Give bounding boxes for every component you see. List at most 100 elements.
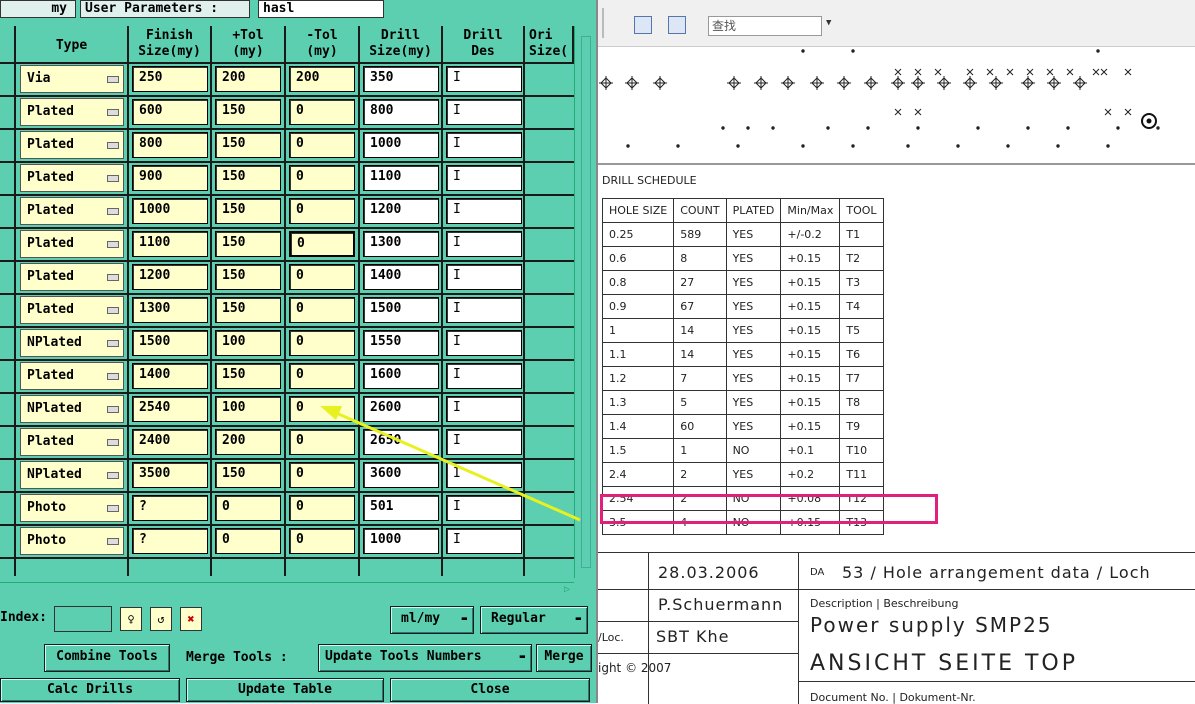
index-input[interactable] (54, 606, 112, 632)
minus-tol-input[interactable]: 0 (289, 495, 355, 521)
plus-tol-input[interactable]: 200 (215, 429, 281, 455)
finish-size-input[interactable]: 3500 (132, 462, 208, 488)
drill-des-input[interactable]: I (446, 363, 522, 389)
drill-des-input[interactable]: I (446, 66, 522, 92)
drill-des-input[interactable]: I (446, 99, 522, 125)
finish-size-input[interactable]: 1200 (132, 264, 208, 290)
type-select[interactable]: Plated (20, 263, 124, 291)
user-parameters-value[interactable]: hasl (258, 0, 384, 18)
drill-size-input[interactable]: 1500 (363, 297, 439, 323)
bulb-icon[interactable]: ♀ (120, 607, 142, 631)
drill-size-input[interactable]: 501 (363, 495, 439, 521)
minus-tol-input[interactable]: 0 (289, 165, 355, 191)
type-select[interactable]: Photo (20, 494, 124, 522)
drill-des-input[interactable]: I (446, 132, 522, 158)
drill-des-input[interactable]: I (446, 165, 522, 191)
plus-tol-input[interactable]: 150 (215, 363, 281, 389)
fit-width-icon[interactable] (634, 16, 652, 34)
drill-size-input[interactable]: 3600 (363, 462, 439, 488)
drill-des-input[interactable]: I (446, 528, 522, 554)
plus-tol-input[interactable]: 150 (215, 297, 281, 323)
finish-size-input[interactable]: 1400 (132, 363, 208, 389)
plus-tol-input[interactable]: 200 (215, 66, 281, 92)
drill-size-input[interactable]: 1200 (363, 198, 439, 224)
update-table-button[interactable]: Update Table (186, 678, 384, 702)
delete-icon[interactable]: ✖ (180, 607, 202, 631)
plus-tol-input[interactable]: 150 (215, 132, 281, 158)
drill-size-input[interactable]: 350 (363, 66, 439, 92)
finish-size-input[interactable]: 1100 (132, 231, 208, 257)
plus-tol-input[interactable]: 150 (215, 264, 281, 290)
drill-des-input[interactable]: I (446, 264, 522, 290)
finish-size-input[interactable]: 1300 (132, 297, 208, 323)
minus-tol-input[interactable]: 0 (289, 198, 355, 224)
type-select[interactable]: Plated (20, 164, 124, 192)
my-field[interactable]: my (0, 0, 76, 18)
fit-page-icon[interactable] (668, 16, 686, 34)
plus-tol-input[interactable]: 150 (215, 231, 281, 257)
type-select[interactable]: NPlated (20, 329, 124, 357)
minus-tol-input[interactable]: 0 (289, 264, 355, 290)
search-input[interactable]: 查找 (708, 16, 822, 36)
type-select[interactable]: NPlated (20, 461, 124, 489)
drill-des-input[interactable]: I (446, 429, 522, 455)
plus-tol-input[interactable]: 150 (215, 99, 281, 125)
finish-size-input[interactable]: 900 (132, 165, 208, 191)
minus-tol-input[interactable]: 0 (289, 462, 355, 488)
plus-tol-input[interactable]: 150 (215, 462, 281, 488)
minus-tol-input[interactable]: 0 (289, 99, 355, 125)
drill-size-input[interactable]: 1000 (363, 132, 439, 158)
drill-size-input[interactable]: 1400 (363, 264, 439, 290)
minus-tol-input[interactable]: 0 (289, 396, 355, 422)
finish-size-input[interactable]: 600 (132, 99, 208, 125)
drill-size-input[interactable]: 1100 (363, 165, 439, 191)
drill-des-input[interactable]: I (446, 330, 522, 356)
horizontal-scrollbar[interactable]: ▷ (0, 582, 574, 597)
plus-tol-input[interactable]: 150 (215, 198, 281, 224)
merge-button[interactable]: Merge (536, 644, 592, 672)
combine-tools-button[interactable]: Combine Tools (44, 644, 170, 672)
type-select[interactable]: Plated (20, 362, 124, 390)
type-select[interactable]: Plated (20, 296, 124, 324)
type-select[interactable]: Plated (20, 131, 124, 159)
drill-size-input[interactable]: 1300 (363, 231, 439, 257)
minus-tol-input[interactable]: 200 (289, 66, 355, 92)
drill-size-input[interactable]: 800 (363, 99, 439, 125)
minus-tol-input[interactable]: 0 (289, 363, 355, 389)
finish-size-input[interactable]: 2540 (132, 396, 208, 422)
drill-size-input[interactable]: 2650 (363, 429, 439, 455)
type-select[interactable]: Photo (20, 527, 124, 555)
drill-des-input[interactable]: I (446, 396, 522, 422)
plus-tol-input[interactable]: 0 (215, 528, 281, 554)
type-select[interactable]: Plated (20, 197, 124, 225)
update-tools-numbers-select[interactable]: Update Tools Numbers ▬ (318, 644, 532, 672)
plus-tol-input[interactable]: 150 (215, 165, 281, 191)
finish-size-input[interactable]: 2400 (132, 429, 208, 455)
search-dropdown-icon[interactable]: ▼ (826, 18, 831, 28)
type-select[interactable]: Via (20, 65, 124, 93)
minus-tol-input[interactable]: 0 (289, 429, 355, 455)
scroll-right-arrow-icon[interactable]: ▷ (564, 584, 570, 595)
type-select[interactable]: Plated (20, 428, 124, 456)
finish-size-input[interactable]: 800 (132, 132, 208, 158)
minus-tol-input[interactable]: 0 (289, 231, 355, 257)
refresh-icon[interactable]: ↺ (150, 607, 172, 631)
mode-select[interactable]: Regular ▬ (480, 606, 588, 634)
finish-size-input[interactable]: ? (132, 495, 208, 521)
drill-size-input[interactable]: 1600 (363, 363, 439, 389)
finish-size-input[interactable]: 250 (132, 66, 208, 92)
drill-des-input[interactable]: I (446, 231, 522, 257)
type-select[interactable]: Plated (20, 230, 124, 258)
drill-size-input[interactable]: 1550 (363, 330, 439, 356)
close-button[interactable]: Close (390, 678, 590, 702)
minus-tol-input[interactable]: 0 (289, 132, 355, 158)
drill-des-input[interactable]: I (446, 198, 522, 224)
drill-size-input[interactable]: 2600 (363, 396, 439, 422)
finish-size-input[interactable]: 1000 (132, 198, 208, 224)
minus-tol-input[interactable]: 0 (289, 330, 355, 356)
scrollbar-track[interactable] (581, 36, 591, 568)
drill-size-input[interactable]: 1000 (363, 528, 439, 554)
drill-des-input[interactable]: I (446, 462, 522, 488)
calc-drills-button[interactable]: Calc Drills (0, 678, 180, 702)
drill-des-input[interactable]: I (446, 297, 522, 323)
